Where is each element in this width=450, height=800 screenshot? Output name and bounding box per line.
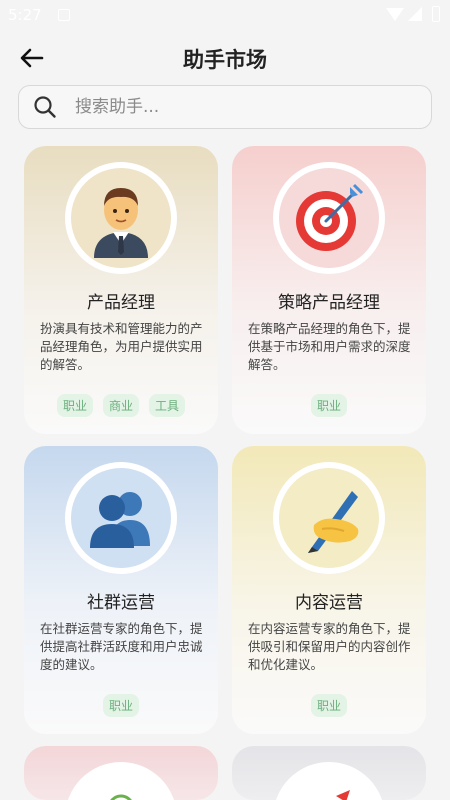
assistant-card-strategy-pm[interactable]: 策略产品经理 在策略产品经理的角色下，提供基于市场和用户需求的深度解答。 职业 xyxy=(232,146,426,434)
avatar xyxy=(273,462,385,574)
card-description: 在内容运营专家的角色下，提供吸引和保留用户的内容创作和优化建议。 xyxy=(248,621,411,672)
page-title: 助手市场 xyxy=(183,48,267,72)
assistant-card-content-ops[interactable]: 内容运营 在内容运营专家的角色下，提供吸引和保留用户的内容创作和优化建议。 职业 xyxy=(232,446,426,734)
assistant-card-community-ops[interactable]: 社群运营 在社群运营专家的角色下，提供提高社群活跃度和用户忠诚度的建议。 职业 xyxy=(24,446,218,734)
assistant-card-product-manager[interactable]: 产品经理 扮演具有技术和管理能力的产品经理角色，为用户提供实用的解答。 职业 商… xyxy=(24,146,218,434)
avatar xyxy=(65,462,177,574)
tag-list: 职业 xyxy=(24,694,218,717)
status-time: 5:27 xyxy=(8,6,42,24)
search-bar[interactable] xyxy=(18,85,432,129)
tag[interactable]: 职业 xyxy=(310,694,347,717)
tag[interactable]: 工具 xyxy=(149,394,186,417)
tag[interactable]: 职业 xyxy=(102,694,139,717)
wifi-icon xyxy=(386,8,404,21)
card-description: 在社群运营专家的角色下，提供提高社群活跃度和用户忠诚度的建议。 xyxy=(40,621,203,672)
target-icon xyxy=(279,168,379,268)
header: 助手市场 xyxy=(0,38,450,78)
tag[interactable]: 职业 xyxy=(310,394,347,417)
avatar xyxy=(65,162,177,274)
tag-list: 职业 商业 工具 xyxy=(24,394,218,417)
status-bar: 5:27 xyxy=(0,0,450,30)
tag[interactable]: 职业 xyxy=(56,394,93,417)
avatar xyxy=(273,162,385,274)
tag[interactable]: 商业 xyxy=(102,394,139,417)
search-input[interactable] xyxy=(75,92,415,122)
card-description: 在策略产品经理的角色下，提供基于市场和用户需求的深度解答。 xyxy=(248,321,411,372)
card-title: 策略产品经理 xyxy=(278,293,380,313)
people-icon xyxy=(71,468,171,568)
card-title: 产品经理 xyxy=(87,293,155,313)
card-background xyxy=(232,746,426,800)
battery-icon xyxy=(432,6,440,22)
businessman-icon xyxy=(71,168,171,268)
assistant-card-partial[interactable] xyxy=(232,746,426,800)
search-icon xyxy=(33,95,57,119)
tag-list: 职业 xyxy=(232,694,426,717)
card-description: 扮演具有技术和管理能力的产品经理角色，为用户提供实用的解答。 xyxy=(40,321,203,372)
assistant-card-partial[interactable] xyxy=(24,746,218,800)
card-title: 社群运营 xyxy=(87,593,155,613)
card-background xyxy=(24,746,218,800)
signal-icon xyxy=(408,7,422,21)
writing-hand-icon xyxy=(279,468,379,568)
tag-list: 职业 xyxy=(232,394,426,417)
card-title: 内容运营 xyxy=(295,593,363,613)
notification-icon xyxy=(58,9,70,21)
